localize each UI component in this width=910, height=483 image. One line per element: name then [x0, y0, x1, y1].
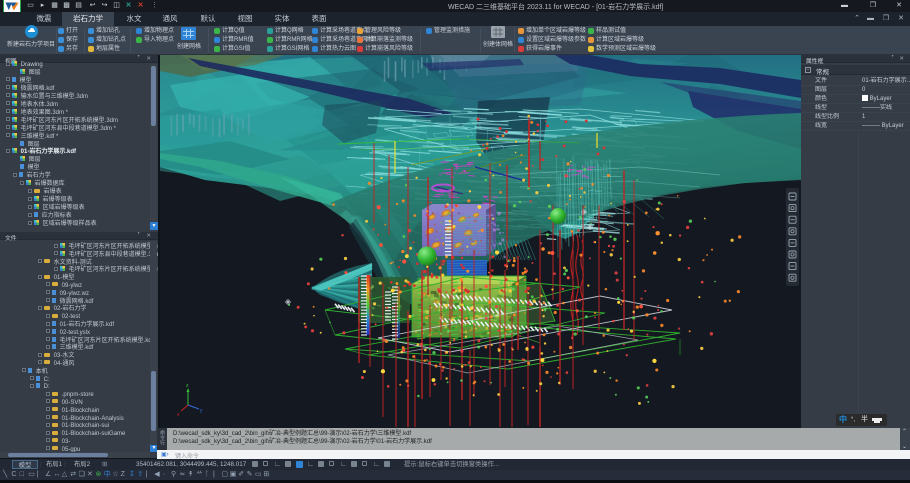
svg-text:x: x: [177, 412, 180, 418]
svg-text:z: z: [186, 383, 189, 389]
svg-text:y: y: [200, 408, 203, 414]
